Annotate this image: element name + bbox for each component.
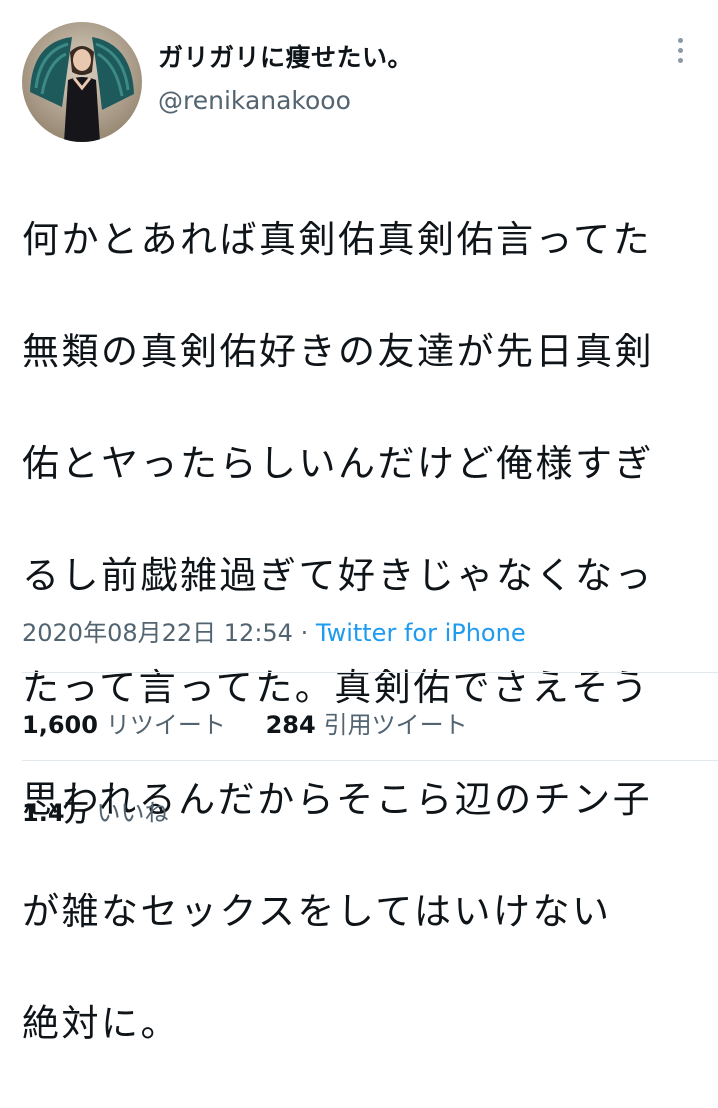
retweets-stat[interactable]: 1,600 リツイート <box>22 705 226 740</box>
user-handle[interactable]: @renikanakooo <box>158 86 351 115</box>
tweet-meta: 2020年08月22日 12:54 · Twitter for iPhone <box>22 613 526 648</box>
retweets-count: 1,600 <box>22 711 98 739</box>
tweet-text-line: 絶対に。 <box>22 1002 180 1045</box>
tweet-text-line: るし前戯雑過ぎて好きじゃなくなっ <box>22 554 654 597</box>
tweet-card: ガリガリに痩せたい。 @renikanakooo 何かとあれば真剣佑真剣佑言って… <box>0 0 718 1045</box>
divider <box>22 672 718 673</box>
divider <box>22 760 718 761</box>
tweet-source-link[interactable]: Twitter for iPhone <box>316 619 526 647</box>
avatar-image <box>22 22 142 142</box>
more-dot <box>677 37 683 43</box>
likes-count: 1.4万 <box>22 799 89 827</box>
retweets-label: リツイート <box>105 711 226 739</box>
likes-stats-row: 1.4万 いいね <box>22 793 201 828</box>
tweet-text-line: 何かとあれば真剣佑真剣佑言ってた <box>22 218 653 261</box>
tweet-text-line: が雑なセックスをしてはいけない <box>22 890 612 933</box>
engagement-stats-row: 1,600 リツイート 284 引用ツイート <box>22 705 500 740</box>
likes-label: いいね <box>96 799 169 827</box>
likes-stat[interactable]: 1.4万 いいね <box>22 793 169 828</box>
avatar[interactable] <box>22 22 142 142</box>
more-vertical-icon[interactable] <box>660 30 700 70</box>
display-name[interactable]: ガリガリに痩せたい。 <box>158 38 413 74</box>
more-dot <box>677 47 683 53</box>
tweet-text-line: 無類の真剣佑好きの友達が先日真剣 <box>22 330 654 373</box>
quotes-stat[interactable]: 284 引用ツイート <box>266 705 468 740</box>
more-dot <box>677 57 683 63</box>
tweet-timestamp[interactable]: 2020年08月22日 12:54 <box>22 619 293 647</box>
quotes-count: 284 <box>265 711 316 739</box>
quotes-label: 引用ツイート <box>323 711 468 739</box>
meta-separator: · <box>300 619 309 647</box>
tweet-text-line: 佑とヤったらしいんだけど俺様すぎ <box>22 442 654 485</box>
